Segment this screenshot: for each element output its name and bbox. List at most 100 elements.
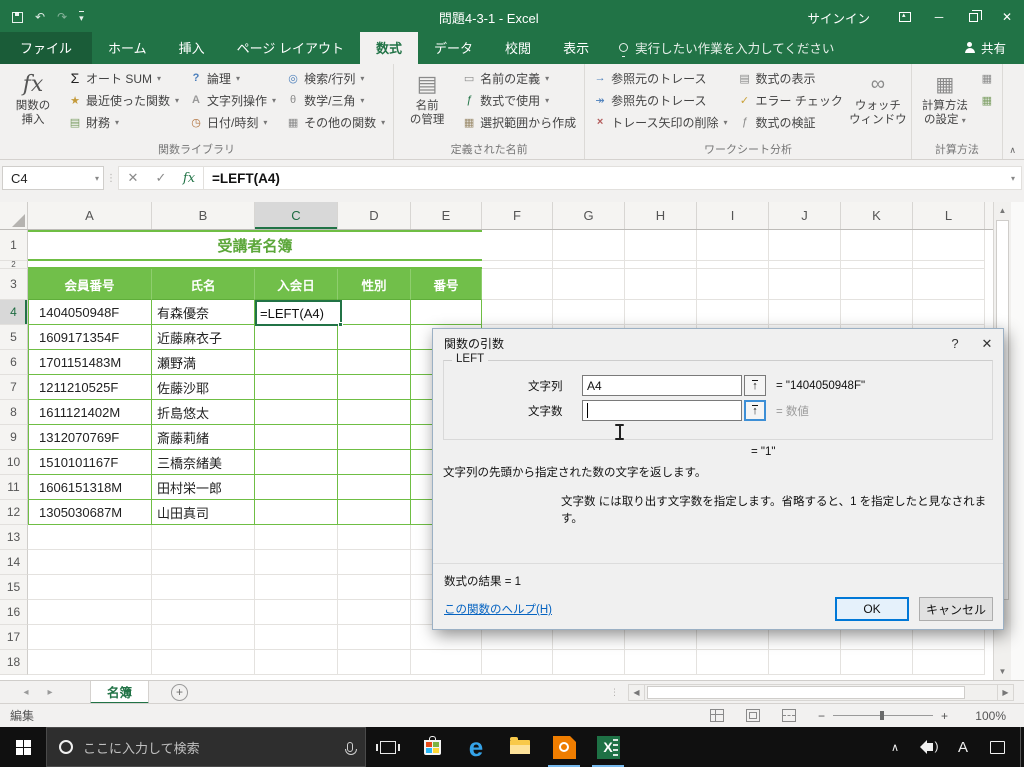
row-header-5[interactable]: 5	[0, 325, 28, 350]
sign-in-button[interactable]: サインイン	[807, 8, 870, 27]
cell[interactable]	[913, 300, 985, 325]
cell[interactable]	[152, 600, 255, 625]
tab-挿入[interactable]: 挿入	[163, 32, 221, 64]
data-cell[interactable]: 佐藤沙耶	[152, 375, 255, 400]
data-cell[interactable]: 1312070769F	[28, 425, 152, 450]
cell[interactable]	[152, 625, 255, 650]
tab-splitter[interactable]: ⋮	[610, 687, 620, 698]
data-cell[interactable]: 1404050948F	[28, 300, 152, 325]
tab-数式[interactable]: 数式	[360, 32, 418, 64]
cell[interactable]	[913, 650, 985, 675]
ribbon-button-insertfx[interactable]: 関数の挿入	[4, 67, 62, 127]
column-header-D[interactable]: D	[338, 202, 411, 229]
ribbon-button-lookup[interactable]: 検索/行列▾	[282, 67, 389, 89]
share-button[interactable]: 共有	[955, 38, 1024, 64]
close-button[interactable]: ✕	[990, 2, 1024, 32]
data-cell[interactable]	[338, 425, 411, 450]
list-title-cell[interactable]: 受講者名簿	[28, 230, 482, 261]
data-cell[interactable]	[411, 300, 482, 325]
fill-handle[interactable]	[338, 322, 343, 327]
cell[interactable]	[625, 300, 697, 325]
horizontal-scrollbar-thumb[interactable]	[647, 686, 965, 699]
row-header-9[interactable]: 9	[0, 425, 28, 450]
row-header-15[interactable]: 15	[0, 575, 28, 600]
ribbon-button-calcnow[interactable]	[976, 67, 998, 89]
cell[interactable]	[553, 650, 625, 675]
data-cell[interactable]	[338, 500, 411, 525]
data-cell[interactable]: 1609171354F	[28, 325, 152, 350]
row-header-1[interactable]: 1	[0, 230, 28, 261]
data-cell[interactable]: 有森優奈	[152, 300, 255, 325]
data-cell[interactable]	[255, 375, 338, 400]
cell[interactable]	[255, 625, 338, 650]
tray-chevron-icon[interactable]: ∧	[878, 727, 912, 767]
cell[interactable]	[553, 269, 625, 300]
insert-function-icon[interactable]: fx	[175, 171, 203, 186]
data-cell[interactable]	[338, 325, 411, 350]
table-header-cell[interactable]: 会員番号	[28, 269, 152, 300]
page-layout-view-icon[interactable]	[746, 709, 760, 722]
ribbon-button-tracedep[interactable]: 参照先のトレース	[589, 89, 731, 111]
name-box-dropdown-icon[interactable]: ▾	[95, 174, 99, 183]
cell[interactable]	[338, 525, 411, 550]
cell[interactable]	[28, 625, 152, 650]
maximize-button[interactable]	[956, 2, 990, 32]
data-cell[interactable]	[338, 375, 411, 400]
data-cell[interactable]	[255, 475, 338, 500]
scroll-right-icon[interactable]: ▶	[997, 684, 1014, 701]
column-header-E[interactable]: E	[411, 202, 482, 229]
cell[interactable]	[553, 300, 625, 325]
cell[interactable]	[338, 575, 411, 600]
cell[interactable]	[338, 650, 411, 675]
cell[interactable]	[28, 650, 152, 675]
cell[interactable]	[697, 269, 769, 300]
ribbon-button-sum[interactable]: オート SUM▾	[64, 67, 183, 89]
cell[interactable]	[255, 550, 338, 575]
data-cell[interactable]: 斎藤莉緒	[152, 425, 255, 450]
scroll-down-icon[interactable]: ▼	[994, 663, 1011, 680]
ribbon-button-text[interactable]: 文字列操作▾	[185, 89, 280, 111]
data-cell[interactable]: 三橋奈緒美	[152, 450, 255, 475]
file-explorer-button[interactable]	[498, 727, 542, 767]
ribbon-button-usefx[interactable]: 数式で使用▾	[458, 89, 580, 111]
cell[interactable]	[411, 650, 482, 675]
cell[interactable]	[28, 525, 152, 550]
qat-customize-icon[interactable]: ▾	[79, 11, 84, 24]
tab-ファイル[interactable]: ファイル	[0, 32, 92, 64]
cell[interactable]	[769, 650, 841, 675]
tell-me-box[interactable]: 実行したい作業を入力してください	[605, 38, 848, 64]
row-header-11[interactable]: 11	[0, 475, 28, 500]
dialog-help-icon[interactable]: ?	[939, 329, 971, 358]
table-header-cell[interactable]: 入会日	[255, 269, 338, 300]
cell[interactable]	[769, 230, 841, 261]
column-header-I[interactable]: I	[697, 202, 769, 229]
page-break-view-icon[interactable]	[782, 709, 796, 722]
horizontal-scrollbar[interactable]: ◀ ▶	[628, 684, 1014, 701]
zoom-in-icon[interactable]: +	[941, 709, 948, 723]
cell[interactable]	[841, 261, 913, 269]
row-header-13[interactable]: 13	[0, 525, 28, 550]
sheet-prev-icon[interactable]: ◂	[14, 687, 38, 698]
arg1-collapse-button[interactable]: ↑	[744, 375, 766, 396]
show-desktop-strip[interactable]	[1020, 727, 1024, 767]
active-cell-C4[interactable]: =LEFT(A4)	[255, 300, 342, 326]
ribbon-button-showformulas[interactable]: 数式の表示	[734, 67, 847, 89]
cell[interactable]	[28, 575, 152, 600]
ribbon-button-traceprec[interactable]: 参照元のトレース	[589, 67, 731, 89]
row-header-16[interactable]: 16	[0, 600, 28, 625]
cell[interactable]	[769, 300, 841, 325]
excel-taskbar-button[interactable]: X	[586, 727, 630, 767]
data-cell[interactable]	[255, 450, 338, 475]
cell[interactable]	[255, 525, 338, 550]
column-header-K[interactable]: K	[841, 202, 913, 229]
cell[interactable]	[697, 650, 769, 675]
sheet-next-icon[interactable]: ▸	[38, 687, 62, 698]
data-cell[interactable]: 田村栄一郎	[152, 475, 255, 500]
data-cell[interactable]	[255, 500, 338, 525]
zoom-level[interactable]: 100%	[970, 709, 1006, 723]
row-header-4[interactable]: 4	[0, 300, 28, 325]
data-cell[interactable]	[338, 350, 411, 375]
ribbon-button-calcsheet[interactable]	[976, 89, 998, 111]
formula-bar-handle[interactable]: ⋮	[104, 173, 118, 184]
column-header-C[interactable]: C	[255, 202, 338, 229]
